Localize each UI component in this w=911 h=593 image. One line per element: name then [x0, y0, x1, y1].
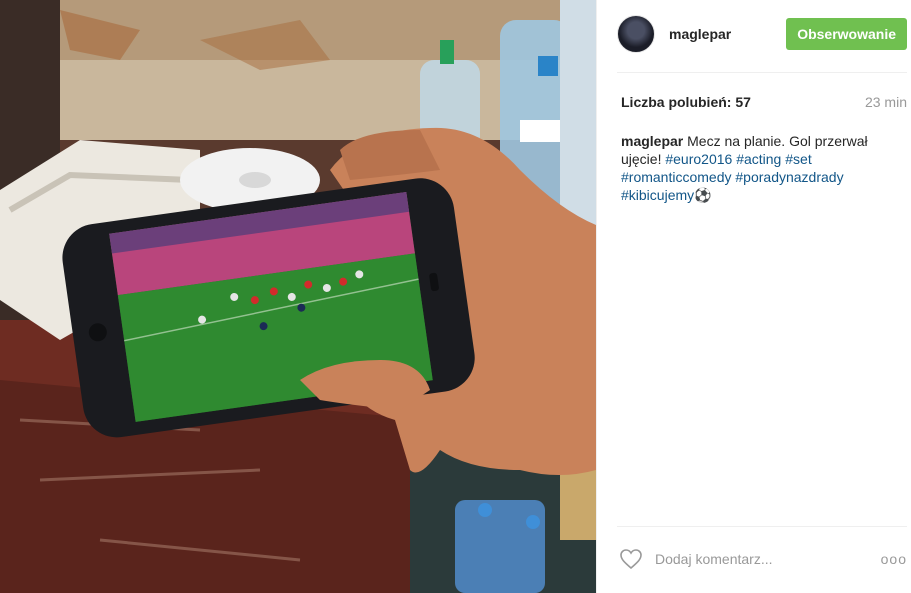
likes-row: Liczba polubień: 57 23 min: [621, 94, 907, 110]
avatar[interactable]: [617, 15, 655, 53]
comment-divider: [617, 526, 907, 527]
hashtag-poradynazdrady[interactable]: #poradynazdrady: [735, 169, 843, 185]
comment-row: Dodaj komentarz... ooo: [619, 548, 907, 570]
caption-username[interactable]: maglepar: [621, 133, 683, 149]
author-username[interactable]: maglepar: [669, 26, 731, 42]
likes-count[interactable]: Liczba polubień: 57: [621, 94, 751, 110]
follow-button[interactable]: Obserwowanie: [786, 18, 907, 50]
photo-image: [0, 0, 596, 593]
post-caption: maglepar Mecz na planie. Gol przerwał uj…: [621, 132, 901, 204]
hashtag-kibicujemy[interactable]: #kibicujemy⚽: [621, 187, 712, 203]
hashtag-euro2016[interactable]: #euro2016: [665, 151, 732, 167]
post-time[interactable]: 23 min: [865, 94, 907, 110]
header-divider: [617, 72, 907, 73]
more-options-icon[interactable]: ooo: [881, 551, 907, 567]
hashtag-acting[interactable]: #acting: [736, 151, 781, 167]
post-header: maglepar Obserwowanie: [617, 14, 907, 54]
hashtag-romanticcomedy[interactable]: #romanticcomedy: [621, 169, 732, 185]
comment-input[interactable]: Dodaj komentarz...: [655, 551, 773, 567]
post-photo[interactable]: [0, 0, 596, 593]
post-side-panel: maglepar Obserwowanie Liczba polubień: 5…: [596, 0, 911, 593]
heart-icon[interactable]: [619, 548, 643, 570]
hashtag-set[interactable]: #set: [785, 151, 811, 167]
